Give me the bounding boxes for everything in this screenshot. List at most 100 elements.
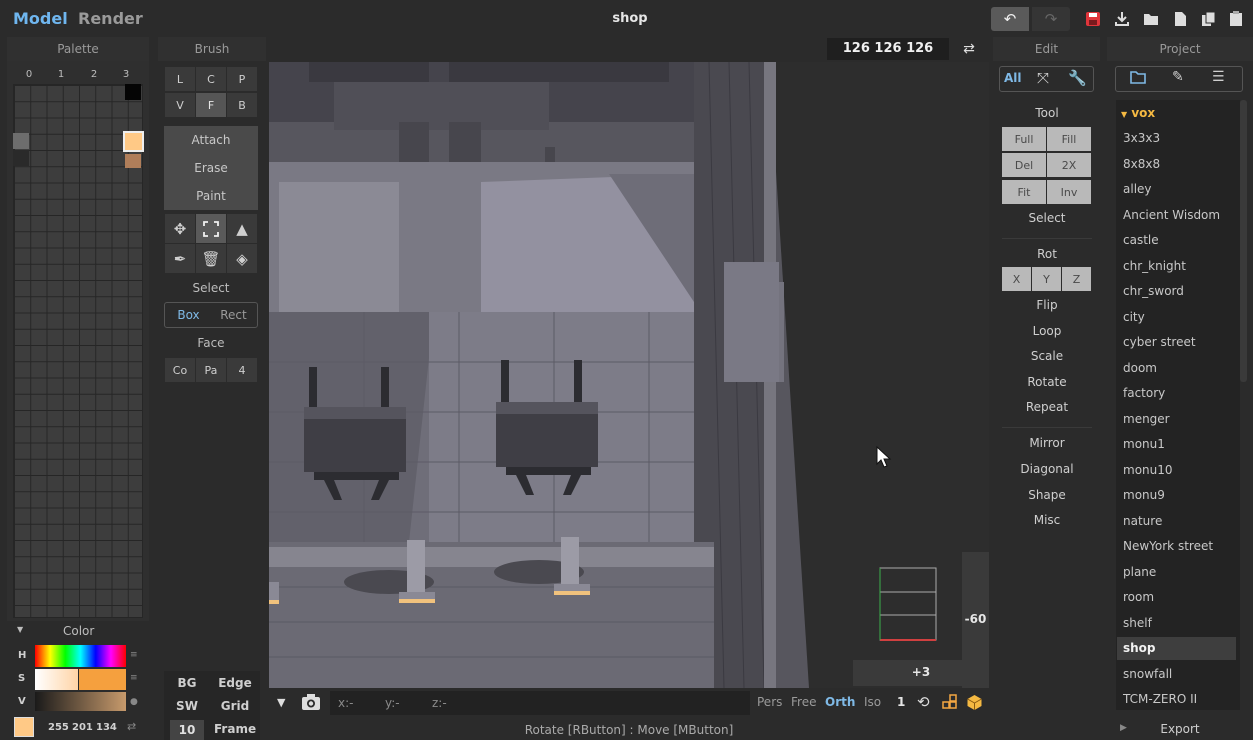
select-rect-button[interactable]: Rect bbox=[211, 302, 256, 328]
select-tool[interactable] bbox=[196, 214, 226, 243]
model-size-readout[interactable]: 126 126 126 bbox=[827, 38, 949, 60]
palette-swatch[interactable] bbox=[13, 133, 29, 149]
erase-button[interactable]: Erase bbox=[164, 154, 258, 182]
mirror-button[interactable]: Mirror bbox=[1002, 436, 1092, 450]
red-value[interactable]: 255 bbox=[48, 722, 69, 733]
flip-button[interactable]: Flip bbox=[1002, 298, 1092, 312]
face-co-button[interactable]: Co bbox=[165, 358, 195, 382]
face-4-button[interactable]: 4 bbox=[227, 358, 257, 382]
tool-del-button[interactable]: Del bbox=[1002, 153, 1046, 177]
list-icon[interactable]: ☰ bbox=[1212, 69, 1225, 85]
rot-y-button[interactable]: Y bbox=[1032, 267, 1061, 291]
bg-toggle[interactable]: BG bbox=[168, 676, 206, 690]
rot-x-button[interactable]: X bbox=[1002, 267, 1031, 291]
project-item[interactable]: alley bbox=[1117, 178, 1236, 201]
frame-toggle[interactable]: Frame bbox=[214, 722, 256, 736]
project-item[interactable]: 3x3x3 bbox=[1117, 127, 1236, 150]
project-item[interactable]: chr_sword bbox=[1117, 280, 1236, 303]
delete-tool[interactable]: 🗑 bbox=[196, 244, 226, 273]
reset-view-icon[interactable]: ⟲ bbox=[917, 693, 930, 711]
edge-toggle[interactable]: Edge bbox=[214, 676, 256, 690]
project-item[interactable]: NewYork street bbox=[1117, 535, 1236, 558]
project-item[interactable]: doom bbox=[1117, 357, 1236, 380]
filter-all[interactable]: All bbox=[1004, 71, 1028, 85]
picker-tool[interactable]: ✒ bbox=[165, 244, 195, 273]
cursor-tool[interactable]: ▲ bbox=[227, 214, 257, 243]
green-value[interactable]: 201 bbox=[72, 722, 93, 733]
brush-mode-c[interactable]: C bbox=[196, 67, 226, 91]
project-item[interactable]: city bbox=[1117, 306, 1236, 329]
palette-column-2[interactable]: 2 bbox=[86, 69, 102, 80]
project-scrollbar[interactable] bbox=[1240, 100, 1247, 382]
collapse-arrow-icon[interactable]: ▶ bbox=[1120, 723, 1127, 733]
rotate-button[interactable]: Rotate bbox=[1002, 375, 1092, 389]
attach-button[interactable]: Attach bbox=[164, 126, 258, 154]
swap-axis-icon[interactable]: ⇄ bbox=[958, 38, 980, 60]
paste-button[interactable] bbox=[1226, 9, 1246, 29]
expand-icon[interactable]: ⤧ bbox=[1037, 69, 1049, 87]
view-free[interactable]: Free bbox=[791, 695, 816, 709]
save-button[interactable] bbox=[1083, 9, 1103, 29]
color-section-header[interactable]: ▼ Color bbox=[7, 622, 149, 640]
view-iso[interactable]: Iso bbox=[864, 695, 881, 709]
brush-mode-f[interactable]: F bbox=[196, 93, 226, 117]
brush-mode-p[interactable]: P bbox=[227, 67, 257, 91]
brush-tab-icon[interactable]: ✎ bbox=[1172, 69, 1184, 85]
palette-swatch-selected[interactable] bbox=[123, 131, 144, 152]
project-item[interactable]: TCM-ZERO II bbox=[1117, 688, 1236, 711]
project-item[interactable]: cyber street bbox=[1117, 331, 1236, 354]
shape-button[interactable]: Shape bbox=[1002, 488, 1092, 502]
cube-view-button[interactable] bbox=[966, 694, 983, 714]
project-item[interactable]: snowfall bbox=[1117, 663, 1236, 686]
project-item[interactable]: room bbox=[1117, 586, 1236, 609]
zoom-value[interactable]: 1 bbox=[897, 695, 905, 709]
project-item[interactable]: factory bbox=[1117, 382, 1236, 405]
sw-toggle[interactable]: SW bbox=[168, 699, 206, 713]
folder-vox[interactable]: ▼ vox bbox=[1121, 106, 1155, 120]
drag-handle-icon[interactable]: ≡ bbox=[130, 673, 138, 683]
import-button[interactable] bbox=[1112, 9, 1132, 29]
project-item[interactable]: castle bbox=[1117, 229, 1236, 252]
palette-grid[interactable] bbox=[13, 84, 143, 618]
brush-mode-b[interactable]: B bbox=[227, 93, 257, 117]
frame-value[interactable]: 10 bbox=[170, 720, 204, 740]
swap-color-icon[interactable]: ⇄ bbox=[127, 720, 136, 733]
open-button[interactable] bbox=[1141, 9, 1161, 29]
loop-button[interactable]: Loop bbox=[1002, 324, 1092, 338]
palette-swatch[interactable] bbox=[125, 84, 141, 100]
current-color-swatch[interactable] bbox=[14, 717, 34, 737]
project-item[interactable]: Ancient Wisdom bbox=[1117, 204, 1236, 227]
brush-mode-l[interactable]: L bbox=[165, 67, 195, 91]
scale-button[interactable]: Scale bbox=[1002, 349, 1092, 363]
select-section-label[interactable]: Select bbox=[1002, 211, 1092, 225]
select-box-button[interactable]: Box bbox=[166, 302, 211, 328]
frame-object-button[interactable] bbox=[942, 694, 958, 713]
tab-model[interactable]: Model bbox=[13, 9, 68, 28]
palette-column-1[interactable]: 1 bbox=[53, 69, 69, 80]
face-pa-button[interactable]: Pa bbox=[196, 358, 226, 382]
palette-swatch[interactable] bbox=[13, 150, 29, 166]
move-tool[interactable]: ✥ bbox=[165, 214, 195, 243]
fill-tool[interactable]: ◈ bbox=[227, 244, 257, 273]
blue-value[interactable]: 134 bbox=[96, 722, 117, 733]
brush-mode-v[interactable]: V bbox=[165, 93, 195, 117]
screenshot-button[interactable] bbox=[301, 693, 321, 714]
repeat-button[interactable]: Repeat bbox=[1002, 400, 1092, 414]
palette-column-3[interactable]: 3 bbox=[118, 69, 134, 80]
voxel-viewport[interactable] bbox=[269, 62, 989, 688]
tool-2x-button[interactable]: 2X bbox=[1047, 153, 1091, 177]
view-pers[interactable]: Pers bbox=[757, 695, 782, 709]
tool-inv-button[interactable]: Inv bbox=[1047, 180, 1091, 204]
paint-button[interactable]: Paint bbox=[164, 182, 258, 210]
project-item[interactable]: monu1 bbox=[1117, 433, 1236, 456]
hue-slider[interactable] bbox=[35, 645, 126, 667]
palette-swatch[interactable] bbox=[125, 154, 141, 168]
project-item[interactable]: 8x8x8 bbox=[1117, 153, 1236, 176]
saturation-slider[interactable] bbox=[35, 669, 78, 690]
diagonal-button[interactable]: Diagonal bbox=[1002, 462, 1092, 476]
wrench-icon[interactable]: 🔧 bbox=[1068, 69, 1087, 87]
redo-button[interactable]: ↷ bbox=[1032, 7, 1070, 31]
files-tab[interactable] bbox=[1130, 70, 1147, 88]
project-item[interactable]: chr_knight bbox=[1117, 255, 1236, 278]
drag-handle-icon[interactable]: ≡ bbox=[130, 650, 138, 660]
